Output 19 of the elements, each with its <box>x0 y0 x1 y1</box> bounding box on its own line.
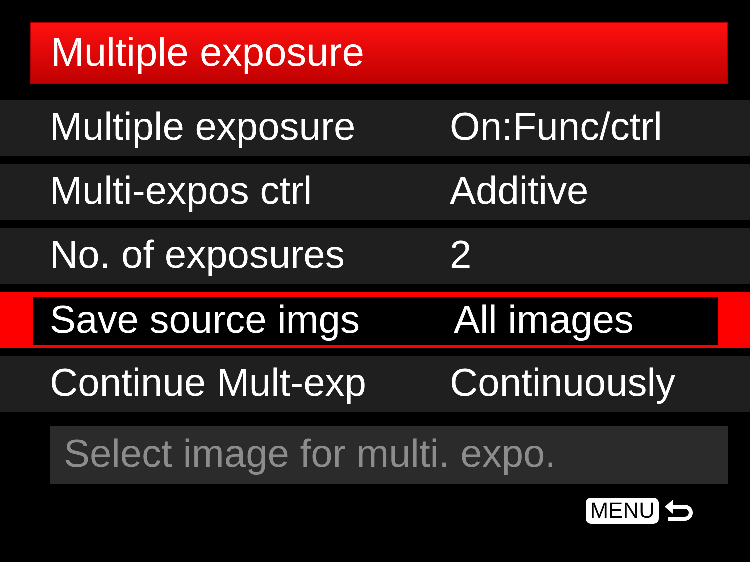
menu-item-label: Save source imgs <box>50 299 361 343</box>
menu-item[interactable]: Save source imgs All images <box>0 292 750 348</box>
menu-item-value: Additive <box>450 170 589 214</box>
menu-item-label: No. of exposures <box>50 234 346 278</box>
menu-title: Multiple exposure <box>30 22 728 84</box>
menu-item-label: Multi-expos ctrl <box>50 170 314 214</box>
help-text: Select image for multi. expo. <box>50 426 728 484</box>
menu-item-value: Continuously <box>450 362 676 406</box>
menu-item[interactable]: No. of exposures 2 <box>0 228 750 284</box>
menu-item[interactable]: Multiple exposure On:Func/ctrl <box>0 100 750 156</box>
menu-item-label: Continue Mult-exp <box>50 362 368 406</box>
menu-item-value: 2 <box>450 234 472 278</box>
menu-item-value: All images <box>454 299 634 343</box>
menu-item-value: On:Func/ctrl <box>450 106 662 150</box>
return-icon <box>663 498 695 524</box>
menu-item-label: Multiple exposure <box>50 106 357 150</box>
menu-key: MENU <box>586 498 659 524</box>
menu-item[interactable]: Continue Mult-exp Continuously <box>0 356 750 412</box>
menu-item[interactable]: Multi-expos ctrl Additive <box>0 164 750 220</box>
